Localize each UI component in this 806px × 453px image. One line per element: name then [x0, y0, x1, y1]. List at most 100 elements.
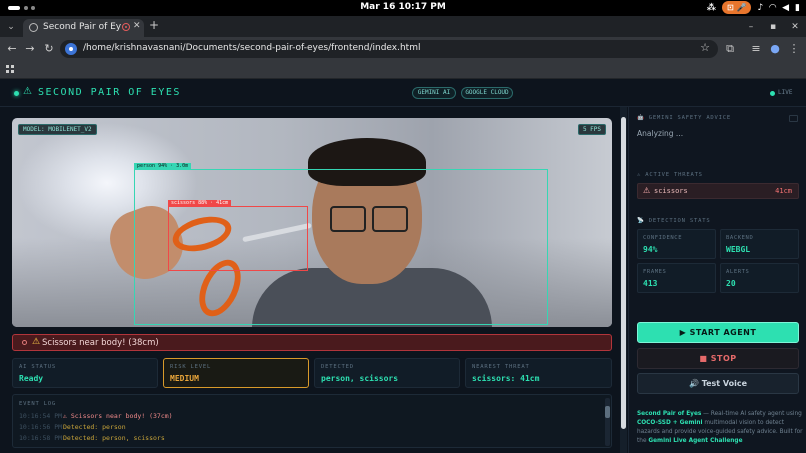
log-message: Detected: person, scissors	[63, 434, 165, 442]
threat-item: ⚠ scissors 41cm	[637, 183, 799, 199]
system-top-bar: Mar 16 10:17 PM ⁂ ⊡ 🎤 ♪ ◠ ◀ ▮	[0, 0, 806, 16]
person-box-label: person 94% · 3.0m	[134, 163, 192, 170]
stat-label: ALERTS	[726, 269, 750, 275]
gemini-ai-badge: GEMINI AI	[412, 87, 456, 99]
wifi-icon: ◠	[769, 2, 777, 13]
stat-label: BACKEND	[726, 235, 754, 241]
advice-title-text: GEMINI SAFETY ADVICE	[648, 115, 731, 121]
tab-title: Second Pair of Eyes	[43, 22, 121, 32]
browser-tab[interactable]: Second Pair of Eyes ✕	[23, 19, 144, 37]
minimize-icon[interactable]: –	[740, 22, 762, 32]
tab-close-icon[interactable]: ✕	[133, 21, 141, 31]
start-agent-button[interactable]: ▶ START AGENT	[637, 322, 799, 343]
threat-name: scissors	[654, 187, 688, 195]
stats-section-title: 📡 DETECTION STATS	[637, 218, 711, 224]
reload-icon[interactable]: ↻	[41, 41, 57, 57]
log-row: 10:16:54 PM⚠ Scissors near body! (37cm)	[19, 412, 173, 422]
event-log[interactable]: EVENT LOG 10:16:54 PM⚠ Scissors near bod…	[12, 394, 612, 448]
log-row: 10:16:56 PMDetected: person	[19, 423, 126, 433]
tab-search-icon[interactable]: ⌄	[4, 20, 18, 34]
threats-section-title: ⚠ ACTIVE THREATS	[637, 172, 703, 178]
tab-strip: ⌄ Second Pair of Eyes ✕ + – ▪ ✕	[0, 16, 806, 37]
new-tab-button[interactable]: +	[149, 18, 159, 32]
confidence-card: CONFIDENCE 94%	[637, 229, 716, 259]
test-voice-button[interactable]: 🔊 Test Voice	[637, 373, 799, 394]
recording-indicator[interactable]: ⊡ 🎤	[722, 1, 752, 14]
log-time: 10:16:58 PM	[19, 434, 63, 442]
risk-level-card: RISK LEVEL MEDIUM	[163, 358, 309, 388]
log-time: 10:16:56 PM	[19, 423, 63, 431]
stat-value: Ready	[19, 374, 44, 383]
stat-value: 413	[643, 279, 658, 288]
profile-avatar-icon[interactable]: ●	[767, 41, 783, 57]
footer-tech: COCO-SSD + Gemini	[637, 420, 703, 426]
detected-card: DETECTED person, scissors	[314, 358, 460, 388]
advice-text: Analyzing ...	[637, 129, 684, 138]
advice-toggle-icon[interactable]	[789, 115, 798, 122]
media-icon[interactable]: ≡	[748, 41, 764, 57]
stat-value: scissors: 41cm	[472, 374, 540, 383]
event-log-title: EVENT LOG	[19, 401, 57, 407]
threat-distance: 41cm	[775, 187, 792, 195]
advice-section-title: 🤖 GEMINI SAFETY ADVICE	[637, 115, 731, 121]
log-row: 10:16:58 PMDetected: person, scissors	[19, 434, 165, 444]
google-cloud-badge: GOOGLE CLOUD	[461, 87, 513, 99]
close-window-icon[interactable]: ✕	[784, 22, 806, 32]
tab-favicon-icon	[29, 23, 38, 32]
frames-card: FRAMES 413	[637, 263, 716, 293]
stat-label: CONFIDENCE	[643, 235, 683, 241]
mic-icon: ♪	[757, 2, 764, 13]
stat-value: MEDIUM	[170, 374, 199, 383]
volume-icon: ◀	[782, 2, 790, 13]
stat-label: AI STATUS	[19, 364, 57, 370]
footer-description: Second Pair of Eyes — Real-time AI safet…	[637, 410, 805, 446]
alert-text: Scissors near body! (38cm)	[42, 338, 159, 348]
app-root: ⚠ SECOND PAIR OF EYES GEMINI AI GOOGLE C…	[0, 79, 806, 453]
status-dot-icon	[14, 91, 19, 96]
alert-banner: ⚠ Scissors near body! (38cm)	[12, 334, 612, 351]
warning-icon: ⚠	[643, 186, 651, 195]
stat-label: DETECTED	[321, 364, 354, 370]
alerts-card: ALERTS 20	[720, 263, 799, 293]
window-controls: – ▪ ✕	[740, 16, 806, 37]
live-label: LIVE	[778, 89, 793, 96]
app-header: ⚠ SECOND PAIR OF EYES GEMINI AI GOOGLE C…	[0, 79, 806, 107]
tab-recording-icon	[122, 23, 130, 31]
event-log-scrollbar[interactable]	[605, 398, 610, 446]
sidebar: 🤖 GEMINI SAFETY ADVICE Analyzing ... ⚠ A…	[628, 107, 806, 453]
apps-grid-icon[interactable]	[6, 65, 15, 74]
site-info-icon[interactable]	[65, 43, 77, 55]
main-scrollbar[interactable]	[620, 107, 627, 453]
footer-challenge: Gemini Live Agent Challenge	[648, 438, 743, 444]
fps-tag: 5 FPS	[577, 124, 606, 135]
system-tray[interactable]: ⁂ ⊡ 🎤 ♪ ◠ ◀ ▮	[707, 1, 800, 14]
browser-toolbar: ← → ↻ /home/krishnavasnani/Documents/sec…	[0, 37, 806, 61]
stop-button[interactable]: ■ STOP	[637, 348, 799, 369]
clock[interactable]: Mar 16 10:17 PM	[0, 2, 806, 12]
extensions-puzzle-icon[interactable]: ⧉	[722, 41, 738, 57]
log-message: Detected: person	[63, 423, 126, 431]
stats-title-text: DETECTION STATS	[648, 218, 711, 224]
kebab-menu-icon[interactable]: ⋮	[786, 41, 802, 57]
maximize-icon[interactable]: ▪	[762, 22, 784, 32]
bookmarks-bar	[0, 61, 806, 79]
model-tag: MODEL: MOBILENET_V2	[18, 124, 97, 135]
log-message: ⚠ Scissors near body! (37cm)	[63, 412, 173, 420]
bookmark-star-icon[interactable]: ☆	[700, 41, 710, 54]
stat-label: NEAREST THREAT	[472, 364, 530, 370]
alert-dot-icon	[22, 340, 27, 345]
forward-icon[interactable]: →	[22, 41, 38, 57]
address-bar[interactable]: /home/krishnavasnani/Documents/second-pa…	[60, 40, 718, 58]
footer-text-part: — Real-time AI safety agent using	[701, 411, 802, 417]
footer-app-name: Second Pair of Eyes	[637, 411, 702, 417]
stat-value: person, scissors	[321, 374, 399, 383]
url-text[interactable]: /home/krishnavasnani/Documents/second-pa…	[83, 43, 420, 53]
stat-value: WEBGL	[726, 245, 751, 254]
extensions-icon[interactable]: ⁂	[707, 3, 716, 13]
backend-card: BACKEND WEBGL	[720, 229, 799, 259]
back-icon[interactable]: ←	[4, 41, 20, 57]
battery-icon: ▮	[795, 2, 800, 13]
scissors-box-label: scissors 88% · 41cm	[168, 200, 232, 207]
warning-icon: ⚠	[23, 86, 32, 97]
threats-title-text: ACTIVE THREATS	[645, 172, 703, 178]
